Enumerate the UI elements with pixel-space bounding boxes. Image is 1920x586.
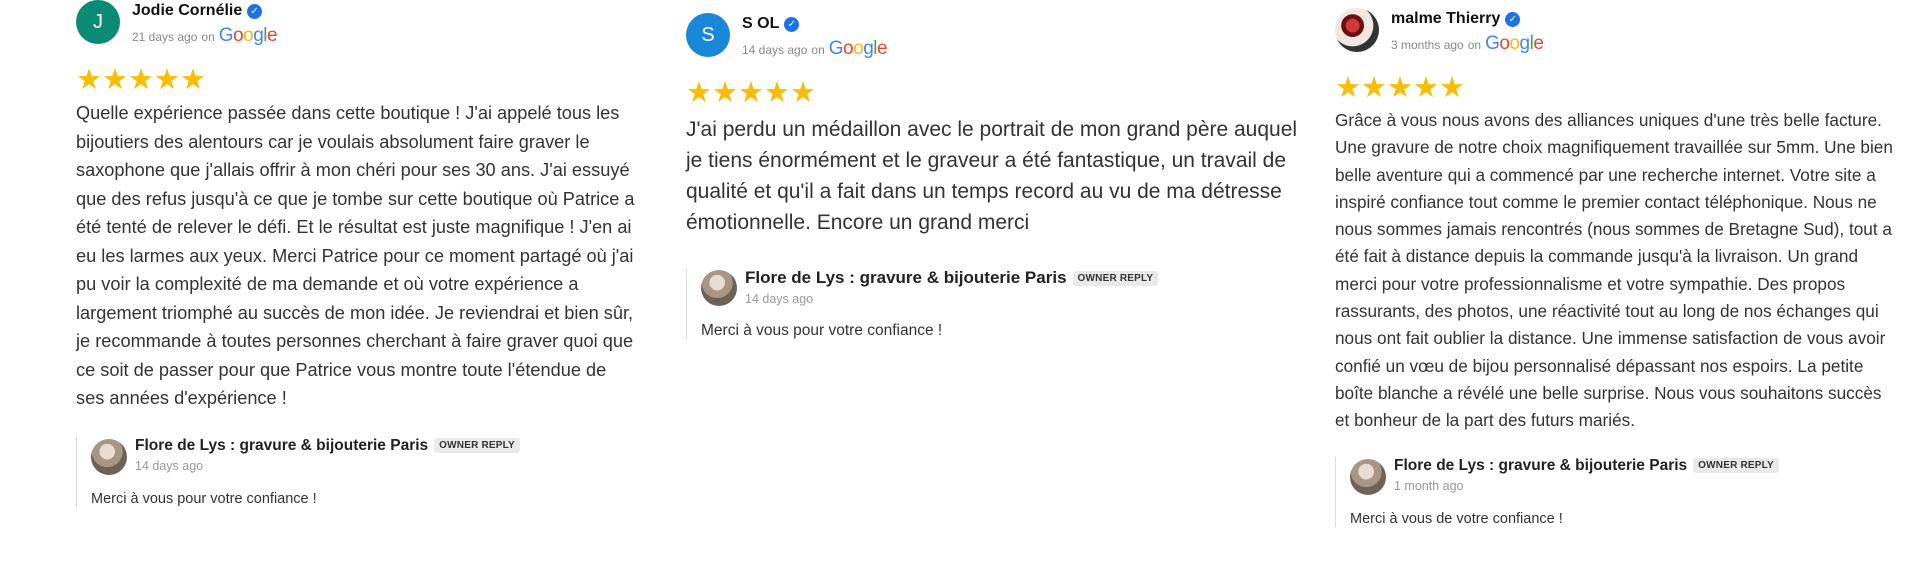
- owner-reply-badge: OWNER REPLY: [1693, 458, 1779, 474]
- reply-time: 14 days ago: [745, 292, 814, 306]
- reply-text: Merci à vous pour votre confiance !: [91, 490, 317, 507]
- owner-name: Flore de Lys : gravure & bijouterie Pari…: [135, 436, 429, 454]
- review-header: malme Thierry ✓ 3 months ago on Google: [1335, 8, 1895, 56]
- star-rating: ★★★★★: [686, 77, 816, 109]
- review-header: J Jodie Cornélie ✓ 21 days ago on Google: [76, 0, 636, 48]
- avatar: J: [76, 0, 120, 44]
- review-header: S S OL ✓ 14 days ago on Google: [686, 13, 1306, 61]
- reply-text: Merci à vous pour votre confiance !: [701, 322, 943, 339]
- review-text: J'ai perdu un médaillon avec le portrait…: [686, 118, 1298, 234]
- owner-avatar: [701, 270, 737, 306]
- owner-name: Flore de Lys : gravure & bijouterie Pari…: [745, 268, 1067, 287]
- google-logo: Google: [218, 25, 278, 46]
- owner-reply-badge: OWNER REPLY: [1072, 270, 1159, 286]
- verified-check-icon: ✓: [784, 16, 800, 32]
- review-text: Quelle expérience passée dans cette bout…: [76, 103, 635, 408]
- author-name[interactable]: malme Thierry: [1391, 10, 1500, 28]
- author-name[interactable]: S OL: [742, 15, 779, 33]
- source-prefix: on: [811, 43, 825, 57]
- review-card: J Jodie Cornélie ✓ 21 days ago on Google…: [76, 0, 636, 507]
- review-card: S S OL ✓ 14 days ago on Google ★★★★★ J'a…: [686, 13, 1306, 340]
- owner-reply-badge: OWNER REPLY: [434, 438, 520, 453]
- review-meta: 14 days ago on Google: [742, 38, 888, 60]
- source-prefix: on: [1467, 38, 1482, 52]
- star-rating: ★★★★★: [1335, 72, 1465, 104]
- review-text: Grâce à vous nous avons des alliances un…: [1335, 110, 1893, 431]
- avatar: S: [686, 13, 730, 57]
- google-logo: Google: [828, 38, 888, 59]
- owner-avatar: [91, 438, 127, 475]
- verified-check-icon: ✓: [1505, 11, 1521, 27]
- avatar: [1335, 8, 1379, 52]
- google-logo: Google: [1485, 33, 1544, 54]
- author-name[interactable]: Jodie Cornélie: [132, 2, 242, 20]
- owner-avatar: [1350, 458, 1386, 495]
- reply-text: Merci à vous de votre confiance !: [1350, 510, 1563, 527]
- reply-time: 1 month ago: [1394, 478, 1464, 493]
- review-time: 14 days ago: [742, 43, 808, 57]
- reply-time: 14 days ago: [135, 458, 204, 473]
- review-meta: 3 months ago on Google: [1391, 33, 1544, 55]
- review-time: 21 days ago: [132, 30, 198, 44]
- source-prefix: on: [201, 30, 215, 44]
- owner-reply: Flore de Lys : gravure & bijouterie Pari…: [1335, 456, 1895, 527]
- review-time: 3 months ago: [1391, 38, 1464, 52]
- owner-name: Flore de Lys : gravure & bijouterie Pari…: [1394, 456, 1688, 474]
- review-card: malme Thierry ✓ 3 months ago on Google ★…: [1335, 8, 1895, 527]
- verified-check-icon: ✓: [247, 3, 263, 19]
- review-meta: 21 days ago on Google: [132, 25, 278, 47]
- owner-reply: Flore de Lys : gravure & bijouterie Pari…: [76, 436, 636, 507]
- star-rating: ★★★★★: [76, 64, 206, 96]
- owner-reply: Flore de Lys : gravure & bijouterie Pari…: [686, 268, 1306, 340]
